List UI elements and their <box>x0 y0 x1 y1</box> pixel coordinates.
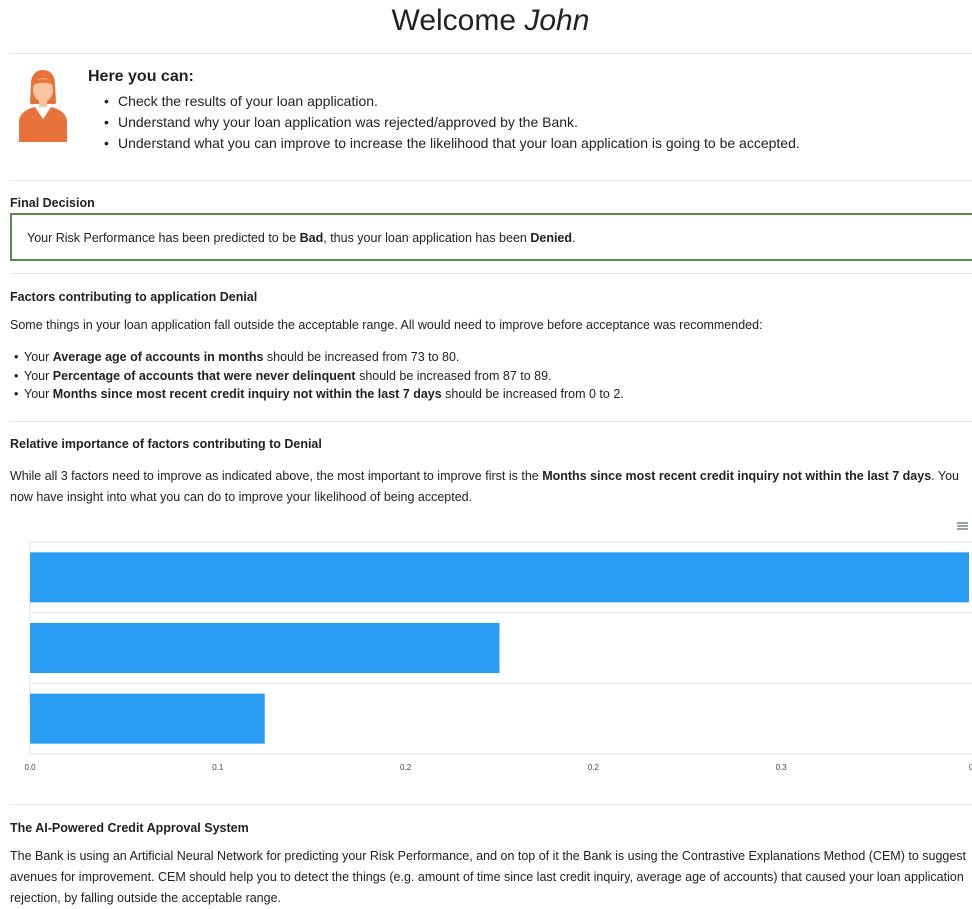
list-item: Understand why your loan application was… <box>104 112 800 133</box>
intro-title: Here you can: <box>88 68 194 85</box>
chart-bar[interactable] <box>30 693 265 744</box>
divider <box>10 53 972 54</box>
factors-list: Your Average age of accounts in months s… <box>14 348 624 404</box>
top-factor: Months since most recent credit inquiry … <box>542 469 932 483</box>
x-tick-label: 0.3 <box>776 763 788 772</box>
x-tick-label: 0.2 <box>400 763 412 772</box>
x-tick-label: 0.0 <box>24 763 36 772</box>
list-item: Understand what you can improve to incre… <box>104 133 800 154</box>
ai-system-heading: The AI-Powered Credit Approval System <box>10 821 249 835</box>
chart-menu-icon[interactable] <box>957 522 968 530</box>
divider <box>10 421 972 422</box>
importance-text: While all 3 factors need to improve as i… <box>10 469 959 504</box>
welcome-text: Welcome <box>391 4 517 37</box>
x-tick-label: 0.2 <box>588 763 600 772</box>
user-avatar-icon <box>19 70 67 142</box>
importance-heading: Relative importance of factors contribut… <box>10 437 322 451</box>
list-item: Your Percentage of accounts that were ne… <box>14 367 624 386</box>
risk-value: Bad <box>299 231 324 245</box>
x-tick-label: 0.1 <box>212 763 224 772</box>
chart-bar[interactable] <box>30 623 500 673</box>
factors-heading: Factors contributing to application Deni… <box>10 290 258 304</box>
ai-system-text: The Bank is using an Artificial Neural N… <box>10 849 967 905</box>
list-item: Your Average age of accounts in months s… <box>14 348 624 367</box>
divider <box>10 180 972 181</box>
divider <box>10 804 972 805</box>
list-item: Check the results of your loan applicati… <box>104 91 800 112</box>
final-decision-box: Your Risk Performance has been predicted… <box>10 213 972 261</box>
factors-intro: Some things in your loan application fal… <box>10 318 763 332</box>
intro-list: Check the results of your loan applicati… <box>104 91 800 154</box>
chart-bar[interactable] <box>30 552 969 603</box>
decision-outcome: Denied <box>530 231 573 245</box>
page-title: Welcome John <box>0 4 972 38</box>
final-decision-heading: Final Decision <box>10 196 95 210</box>
importance-bar-chart: 0.00.10.20.20.30.4 <box>24 541 972 772</box>
list-item: Your Months since most recent credit inq… <box>14 385 624 404</box>
divider <box>10 273 972 274</box>
user-name: John <box>524 4 590 37</box>
